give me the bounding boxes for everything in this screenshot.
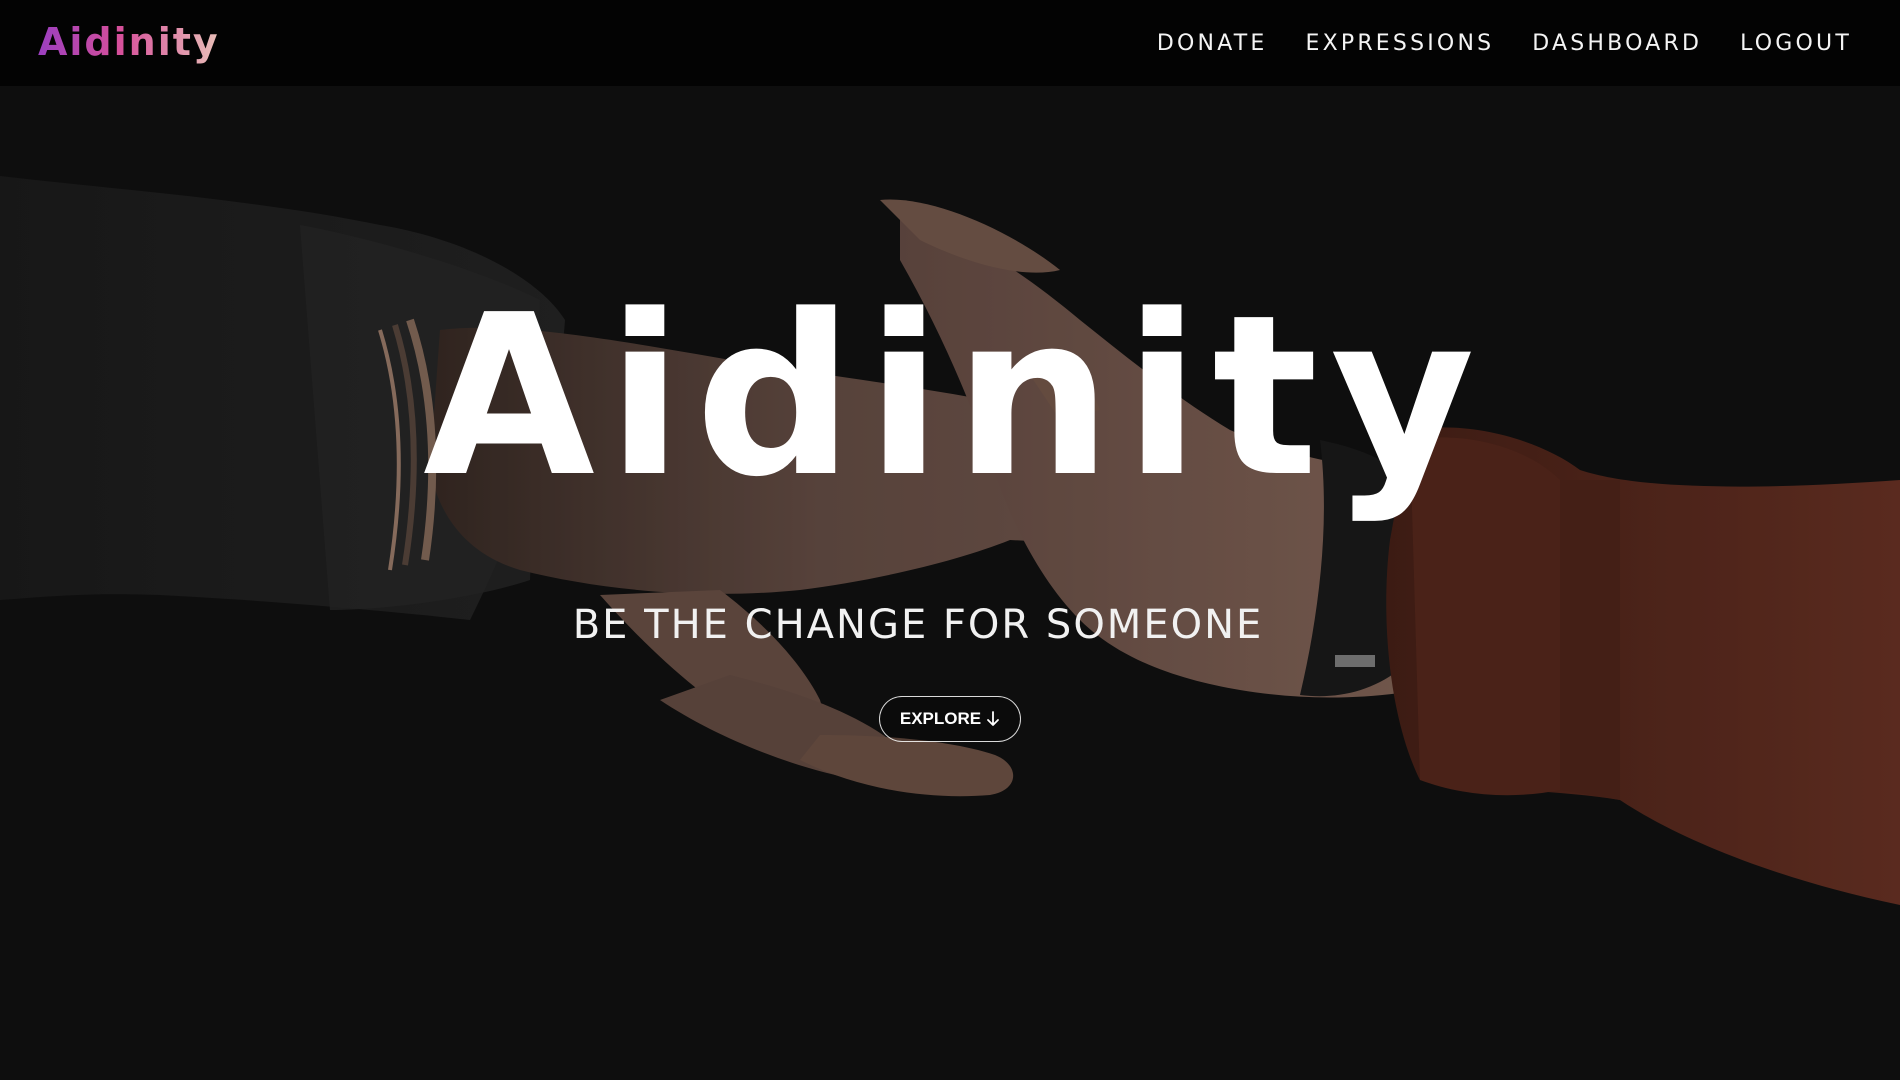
hero-dim-overlay <box>0 86 1900 1080</box>
top-navbar: Aidinity DONATE EXPRESSIONS DASHBOARD LO… <box>0 0 1900 86</box>
nav-links: DONATE EXPRESSIONS DASHBOARD LOGOUT <box>1157 0 1852 86</box>
nav-link-dashboard[interactable]: DASHBOARD <box>1532 31 1702 56</box>
nav-link-expressions[interactable]: EXPRESSIONS <box>1305 31 1494 56</box>
hero-section <box>0 86 1900 1080</box>
nav-link-donate[interactable]: DONATE <box>1157 31 1268 56</box>
hero-tagline: BE THE CHANGE FOR SOMEONE <box>572 602 1264 648</box>
brand-logo[interactable]: Aidinity <box>38 18 220 66</box>
explore-button-label: EXPLORE <box>899 709 982 728</box>
hero-title: Aidinity <box>423 268 1487 526</box>
landing-page: Aidinity DONATE EXPRESSIONS DASHBOARD LO… <box>0 0 1900 1080</box>
explore-button[interactable]: EXPLORE <box>879 696 1021 742</box>
nav-link-logout[interactable]: LOGOUT <box>1740 31 1852 56</box>
arrow-down-icon <box>987 711 1000 726</box>
